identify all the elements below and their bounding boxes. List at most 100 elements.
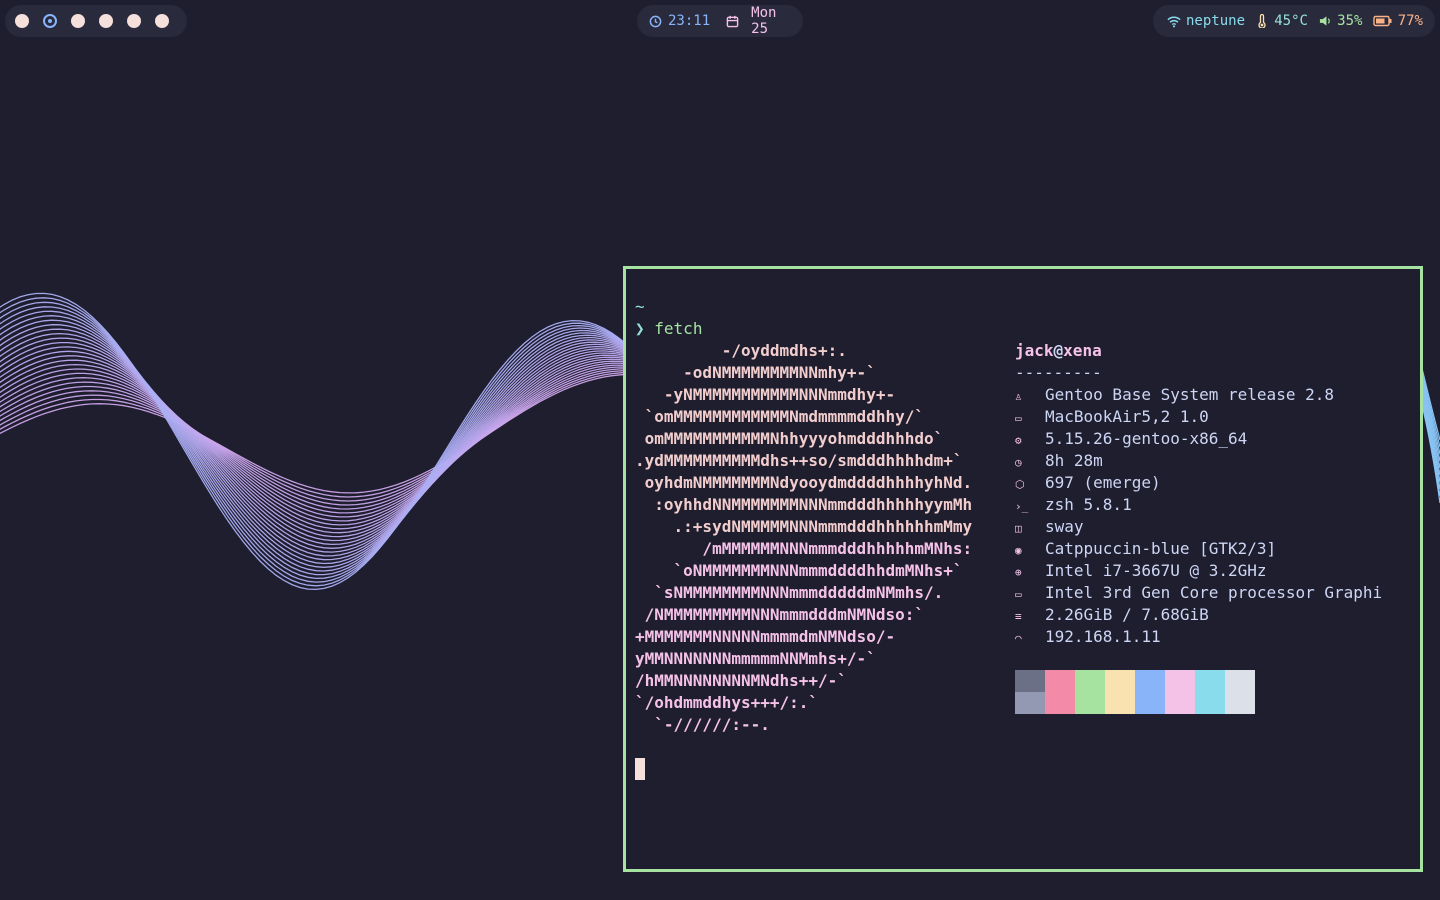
info-value: 697 (emerge) xyxy=(1045,473,1161,492)
palette-swatch xyxy=(1045,670,1075,692)
info-row: ◠ 192.168.1.11 xyxy=(1015,626,1161,650)
workspace-6-button[interactable] xyxy=(155,14,169,28)
window-manager-icon: ◫ xyxy=(1015,522,1022,535)
info-row: ≡ 2.26GiB / 7.68GiB xyxy=(1015,604,1209,628)
palette-swatch xyxy=(1225,670,1255,692)
clock-time: 23:11 xyxy=(668,13,711,29)
ascii-logo-line: /NMMMMMMMMMNNNmmmdddmNMNdso:` xyxy=(635,605,924,624)
palette-swatch xyxy=(1105,670,1135,692)
info-value: Catppuccin-blue [GTK2/3] xyxy=(1045,539,1277,558)
shell-icon: ›_ xyxy=(1015,500,1029,513)
info-value: Intel 3rd Gen Core processor Graphi xyxy=(1045,583,1383,602)
temperature-status: 45°C xyxy=(1255,13,1308,29)
info-row: ♙ Gentoo Base System release 2.8 xyxy=(1015,384,1334,408)
info-row: ▭ Intel 3rd Gen Core processor Graphi xyxy=(1015,582,1382,606)
palette-swatch xyxy=(1165,670,1195,692)
battery-value: 77% xyxy=(1397,13,1423,29)
palette-swatch xyxy=(1015,670,1045,692)
ascii-logo-line: `oNMMMMMMMNNNmmmddddhhdmMNhs+` xyxy=(635,561,963,580)
info-row: ◉ Catppuccin-blue [GTK2/3] xyxy=(1015,538,1276,562)
at-sign: @ xyxy=(1053,341,1064,360)
clock-widget[interactable]: 23:11 Mon 25 xyxy=(637,5,803,37)
calendar-icon xyxy=(726,14,739,28)
thermometer-icon xyxy=(1255,14,1269,28)
palette-swatch xyxy=(1195,692,1225,714)
ascii-logo-line: .:+sydNMMMMMNNNmmmdddhhhhhhmMmy xyxy=(635,517,973,536)
clock-date: Mon 25 xyxy=(751,5,777,37)
command-text: fetch xyxy=(654,319,703,338)
ascii-logo-line: `sNMMMMMMMMNNNmmmdddddmNMmhs/. xyxy=(635,583,944,602)
palette-swatch xyxy=(1135,692,1165,714)
network-status[interactable]: neptune xyxy=(1167,13,1245,29)
volume-value: 35% xyxy=(1337,13,1363,29)
palette-swatch xyxy=(1015,692,1045,714)
terminal-cwd: ~ xyxy=(635,297,645,316)
ascii-logo-line: -/oyddmdhs+:. xyxy=(635,341,847,360)
package-icon: ⬡ xyxy=(1015,478,1025,491)
palette-swatch xyxy=(1045,692,1075,714)
memory-icon: ≡ xyxy=(1015,610,1022,623)
ascii-logo-line: /mMMMMMMNNNmmmdddhhhhhmMNhs: xyxy=(635,539,973,558)
ascii-logo-line: `omMMMMMMMMMMMMNmdmmmmddhhy/` xyxy=(635,407,924,426)
ascii-logo-line: .ydMMMMMMMMMMdhs++so/smdddhhhhdm+` xyxy=(635,451,963,470)
ascii-logo-line: +MMMMMMMNNNNNmmmmdmNMNdso/- xyxy=(635,627,896,646)
info-value: 8h 28m xyxy=(1045,451,1103,470)
workspace-5-button[interactable] xyxy=(127,14,141,28)
ascii-logo-line: /hMMNNNNNNNNMNdhs++/-` xyxy=(635,671,847,690)
battery-icon xyxy=(1372,14,1393,28)
palette-swatch xyxy=(1195,670,1225,692)
ascii-logo-line: omMMMMMMMMMMMNhhyyyohmdddhhhdo` xyxy=(635,429,944,448)
volume-icon xyxy=(1318,14,1332,28)
info-value: 192.168.1.11 xyxy=(1045,627,1161,646)
terminal-window[interactable]: ~ ❯ fetch -/oyddmdhs+:. -odNMMMMMMMMNNmh… xyxy=(623,266,1423,872)
system-status: neptune 45°C 35% 77% xyxy=(1153,5,1435,37)
palette-swatch xyxy=(1165,692,1195,714)
kernel-icon: ⚙ xyxy=(1015,434,1022,447)
prompt-symbol: ❯ xyxy=(635,319,645,338)
workspace-2-button[interactable] xyxy=(43,14,57,28)
info-row: ⬡ 697 (emerge) xyxy=(1015,472,1161,496)
ascii-logo-line: oyhdmNMMMMMMMNdyooydmddddhhhhyhNd. xyxy=(635,473,973,492)
palette-swatch xyxy=(1135,670,1165,692)
temperature-value: 45°C xyxy=(1274,13,1308,29)
clock-icon xyxy=(649,14,662,28)
username: jack xyxy=(1015,341,1054,360)
uptime-icon: ◷ xyxy=(1015,456,1022,469)
info-row: ⚙ 5.15.26-gentoo-x86_64 xyxy=(1015,428,1247,452)
info-row: ›_ zsh 5.8.1 xyxy=(1015,494,1132,518)
battery-status: 77% xyxy=(1372,13,1423,29)
info-value: sway xyxy=(1045,517,1084,536)
ascii-logo-line: yMMNNNNNNNmmmmmNNMmhs+/-` xyxy=(635,649,876,668)
info-value: Gentoo Base System release 2.8 xyxy=(1045,385,1334,404)
info-value: MacBookAir5,2 1.0 xyxy=(1045,407,1209,426)
network-name: neptune xyxy=(1186,13,1246,29)
info-value: 5.15.26-gentoo-x86_64 xyxy=(1045,429,1248,448)
palette-icon: ◉ xyxy=(1015,544,1022,557)
palette-swatch xyxy=(1075,692,1105,714)
user-host: jack@xena xyxy=(1015,340,1102,362)
gentoo-icon: ♙ xyxy=(1015,390,1022,403)
terminal-cursor xyxy=(635,758,645,780)
cpu-icon: ⊕ xyxy=(1015,566,1022,579)
gpu-icon: ▭ xyxy=(1015,588,1022,601)
command-line: ❯ fetch xyxy=(635,318,702,340)
ascii-logo-line: -odNMMMMMMMMNNmhy+-` xyxy=(635,363,876,382)
ascii-logo-line: :oyhhdNNMMMMMMMNNNmmdddhhhhhyymMh xyxy=(635,495,973,514)
info-value: zsh 5.8.1 xyxy=(1045,495,1132,514)
ascii-logo-line: `-//////:--. xyxy=(635,715,770,734)
workspace-4-button[interactable] xyxy=(99,14,113,28)
volume-status[interactable]: 35% xyxy=(1318,13,1362,29)
info-row: ◫ sway xyxy=(1015,516,1084,540)
hostname: xena xyxy=(1063,341,1102,360)
info-row: ⊕ Intel i7-3667U @ 3.2GHz xyxy=(1015,560,1267,584)
workspace-1-button[interactable] xyxy=(15,14,29,28)
workspace-3-button[interactable] xyxy=(71,14,85,28)
info-row: ▭ MacBookAir5,2 1.0 xyxy=(1015,406,1209,430)
network-icon: ◠ xyxy=(1015,632,1022,645)
workspace-switcher xyxy=(5,5,187,37)
palette-swatch xyxy=(1225,692,1255,714)
info-separator: --------- xyxy=(1015,363,1102,382)
wifi-icon xyxy=(1167,14,1181,28)
ascii-logo-line: `/ohdmmddhys+++/:.` xyxy=(635,693,819,712)
laptop-icon: ▭ xyxy=(1015,412,1022,425)
